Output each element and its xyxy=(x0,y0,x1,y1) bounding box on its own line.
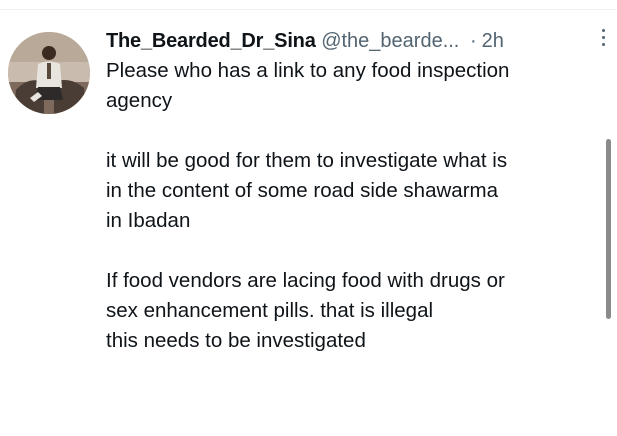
tweet-header: The_Bearded_Dr_Sina @the_bearde... · 2h xyxy=(106,27,596,55)
tweet-paragraph: Please who has a link to any food inspec… xyxy=(106,56,601,116)
separator-dot: · xyxy=(469,30,477,52)
avatar[interactable] xyxy=(8,32,90,114)
tweet-line: If food vendors are lacing food with dru… xyxy=(106,269,505,292)
tweet-line: sex enhancement pills. that is illegal xyxy=(106,299,434,322)
more-vertical-icon[interactable] xyxy=(597,25,609,53)
tweet-line: in Ibadan xyxy=(106,209,191,232)
tweet-line: it will be good for them to investigate … xyxy=(106,149,508,172)
tweet-timestamp[interactable]: 2h xyxy=(482,30,504,52)
tweet-line: Please who has a link to any food inspec… xyxy=(106,59,510,82)
tweet-text: Please who has a link to any food inspec… xyxy=(106,56,601,356)
tweet-line: this needs to be investigated xyxy=(106,329,366,352)
avatar-photo-icon xyxy=(8,32,90,114)
scrollbar-thumb[interactable] xyxy=(606,139,611,319)
tweet-paragraph: it will be good for them to investigate … xyxy=(106,146,601,236)
tweet[interactable]: The_Bearded_Dr_Sina @the_bearde... · 2h P… xyxy=(0,10,617,436)
tweet-line: in the content of some road side shawarm… xyxy=(106,179,498,202)
author-display-name[interactable]: The_Bearded_Dr_Sina xyxy=(106,30,316,52)
tweet-paragraph: If food vendors are lacing food with dru… xyxy=(106,266,601,356)
author-handle[interactable]: @the_bearde... xyxy=(321,30,459,52)
tweet-line: agency xyxy=(106,89,173,112)
